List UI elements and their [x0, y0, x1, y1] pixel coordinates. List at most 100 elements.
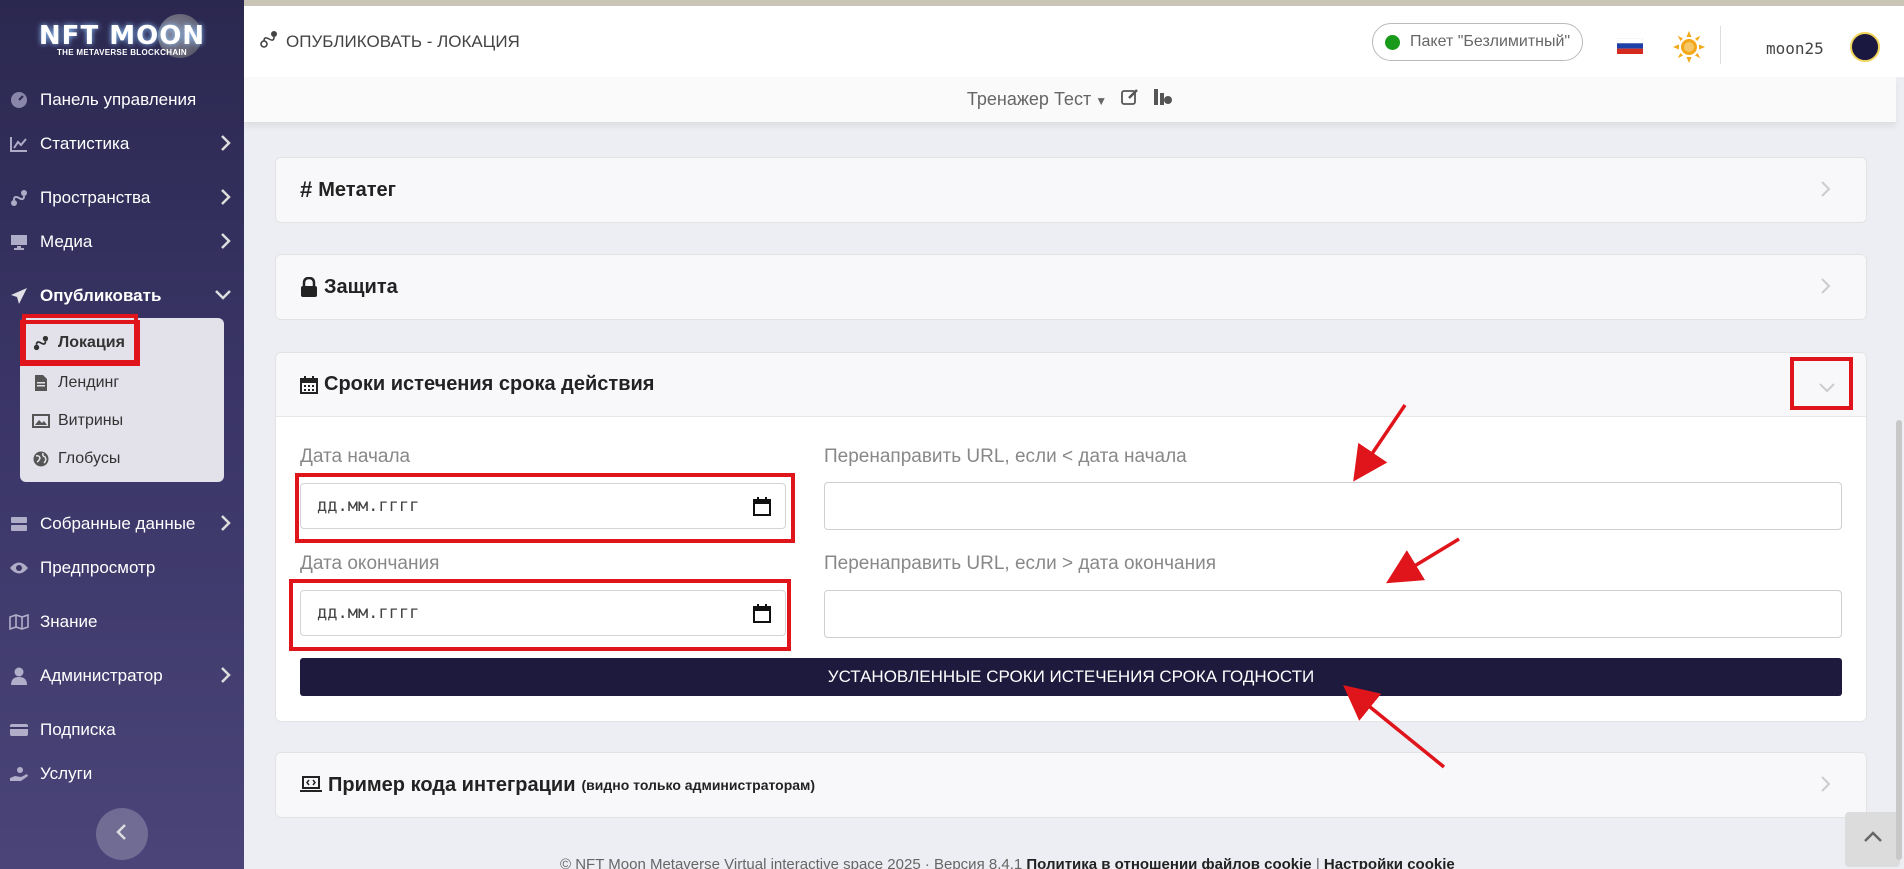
- laptop-code-icon: [300, 776, 322, 794]
- card-icon: [8, 719, 30, 741]
- chevron-right-icon: [220, 188, 232, 211]
- sidebar-item-publish[interactable]: Опубликовать: [0, 274, 244, 318]
- chevron-right-icon: [1820, 277, 1832, 301]
- status-dot: [1385, 34, 1400, 50]
- chevron-right-icon: [220, 514, 232, 537]
- dashboard-icon: [8, 89, 30, 111]
- package-badge[interactable]: Пакет "Безлимитный": [1372, 23, 1584, 61]
- theme-sun-icon[interactable]: [1672, 30, 1706, 69]
- chevron-left-icon: [115, 823, 129, 846]
- cookie-policy-link[interactable]: Политика в отношении файлов cookie: [1026, 856, 1311, 869]
- chevron-right-icon: [220, 134, 232, 157]
- submenu-item-label: Глобусы: [58, 450, 121, 467]
- cookie-settings-link[interactable]: Настройки cookie: [1324, 856, 1455, 869]
- page-title-text: ОПУБЛИКОВАТЬ - ЛОКАЦИЯ: [286, 31, 520, 51]
- chevron-right-icon: [220, 666, 232, 689]
- sidebar-item-label: Опубликовать: [40, 286, 162, 305]
- copyright: © NFT Moon Metaverse Virtual interactive…: [560, 856, 1023, 869]
- chevron-right-icon: [1820, 180, 1832, 204]
- sidebar-item-label: Статистика: [40, 134, 130, 153]
- submenu-item-landing[interactable]: Лендинг: [20, 364, 224, 402]
- sidebar-item-label: Предпросмотр: [40, 558, 156, 577]
- end-date-placeholder: дд.мм.гггг: [317, 603, 420, 623]
- edit-icon[interactable]: [1121, 88, 1139, 111]
- monitor-icon: [8, 231, 30, 253]
- sidebar-item-collected-data[interactable]: Собранные данные: [0, 502, 244, 546]
- expiry-card-header[interactable]: Сроки истечения срока действия: [276, 353, 1866, 417]
- collapse-sidebar-button[interactable]: [96, 808, 148, 860]
- integration-card: Пример кода интеграции (видно только адм…: [275, 752, 1867, 818]
- submenu-item-showcases[interactable]: Витрины: [20, 402, 224, 440]
- sidebar-item-services[interactable]: Услуги: [0, 752, 244, 796]
- redirect-before-url-input[interactable]: [824, 482, 1842, 530]
- submenu-item-label: Лендинг: [58, 374, 120, 391]
- project-bar: Тренажер Тест ▼: [244, 77, 1896, 123]
- calendar-picker-icon[interactable]: [753, 604, 771, 628]
- russian-flag-icon[interactable]: [1616, 37, 1644, 54]
- sidebar-item-preview[interactable]: Предпросмотр: [0, 546, 244, 590]
- logo-title: NFT MOON: [38, 20, 206, 51]
- sidebar-item-administrator[interactable]: Администратор: [0, 654, 244, 698]
- card-title: Сроки истечения срока действия: [324, 373, 655, 395]
- submenu-item-label: Витрины: [58, 412, 124, 429]
- card-title: Метатег: [318, 178, 396, 201]
- project-selector[interactable]: Тренажер Тест ▼: [967, 89, 1107, 110]
- protection-card: Защита: [275, 254, 1867, 320]
- submenu-item-globes[interactable]: Глобусы: [20, 440, 224, 478]
- database-icon: [8, 513, 30, 535]
- calendar-icon: [300, 375, 318, 394]
- globe-icon: [32, 451, 50, 467]
- hashtag-icon: #: [300, 177, 313, 202]
- sidebar-item-media[interactable]: Медиа: [0, 220, 244, 264]
- scroll-to-top-button[interactable]: [1845, 812, 1900, 867]
- sidebar: NFT MOON THE METAVERSE BLOCKCHAIN Панель…: [0, 0, 244, 869]
- sidebar-item-subscription[interactable]: Подписка: [0, 708, 244, 752]
- top-bar: ОПУБЛИКОВАТЬ - ЛОКАЦИЯ Пакет "Безлимитны…: [244, 0, 1904, 77]
- file-icon: [32, 375, 50, 391]
- end-date-input[interactable]: дд.мм.гггг: [300, 590, 786, 636]
- sidebar-item-knowledge[interactable]: Знание: [0, 600, 244, 644]
- logo[interactable]: NFT MOON THE METAVERSE BLOCKCHAIN: [0, 0, 244, 80]
- logo-subtitle: THE METAVERSE BLOCKCHAIN: [56, 47, 188, 57]
- sidebar-item-spaces[interactable]: Пространства: [0, 176, 244, 220]
- package-label: Пакет "Безлимитный": [1410, 33, 1571, 50]
- paper-plane-icon: [8, 285, 30, 307]
- scrollbar[interactable]: [1896, 420, 1902, 860]
- start-date-placeholder: дд.мм.гггг: [317, 496, 420, 516]
- sidebar-item-dashboard[interactable]: Панель управления: [0, 78, 244, 122]
- chevron-down-icon[interactable]: [1818, 377, 1836, 400]
- submenu-item-location[interactable]: Локация: [20, 320, 140, 366]
- redirect-after-label: Перенаправить URL, если > дата окончания: [824, 553, 1216, 574]
- chevron-right-icon: [1820, 775, 1832, 799]
- lock-icon: [300, 277, 318, 297]
- settings-user-icon[interactable]: [1153, 88, 1173, 111]
- sidebar-item-label: Администратор: [40, 666, 163, 685]
- project-name: Тренажер Тест: [966, 89, 1092, 109]
- metatag-card: # Метатег: [275, 157, 1867, 223]
- protection-card-header[interactable]: Защита: [276, 255, 1866, 319]
- user-icon: [8, 665, 30, 687]
- chevron-up-icon: [1863, 830, 1883, 849]
- sidebar-item-label: Подписка: [40, 720, 116, 739]
- caret-down-icon: ▼: [1095, 94, 1108, 108]
- map-icon: [8, 611, 30, 633]
- chart-icon: [8, 133, 30, 155]
- avatar[interactable]: [1850, 32, 1880, 62]
- sidebar-item-statistics[interactable]: Статистика: [0, 122, 244, 166]
- set-expiry-button[interactable]: УСТАНОВЛЕННЫЕ СРОКИ ИСТЕЧЕНИЯ СРОКА ГОДН…: [300, 658, 1842, 696]
- route-icon: [32, 335, 50, 351]
- redirect-before-label: Перенаправить URL, если < дата начала: [824, 446, 1187, 467]
- sidebar-item-label: Услуги: [40, 764, 93, 783]
- sidebar-item-label: Знание: [40, 612, 98, 631]
- start-date-input[interactable]: дд.мм.гггг: [300, 483, 786, 529]
- redirect-after-url-input[interactable]: [824, 590, 1842, 638]
- sidebar-item-label: Медиа: [40, 232, 93, 251]
- integration-card-header[interactable]: Пример кода интеграции (видно только адм…: [276, 753, 1866, 817]
- footer: © NFT Moon Metaverse Virtual interactive…: [560, 856, 1455, 869]
- username[interactable]: moon25: [1766, 39, 1824, 58]
- start-date-label: Дата начала: [300, 446, 411, 467]
- hand-icon: [8, 763, 30, 785]
- metatag-card-header[interactable]: # Метатег: [276, 158, 1866, 222]
- calendar-picker-icon[interactable]: [753, 497, 771, 521]
- page-title: ОПУБЛИКОВАТЬ - ЛОКАЦИЯ: [260, 30, 520, 53]
